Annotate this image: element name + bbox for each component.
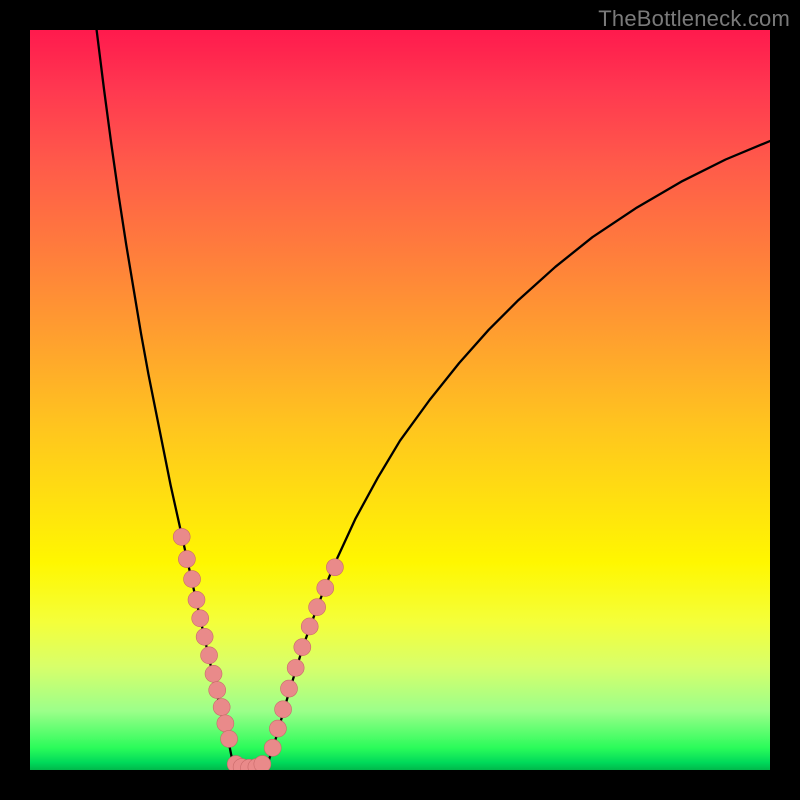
highlight-dot <box>269 720 286 737</box>
highlight-dot <box>184 571 201 588</box>
highlight-dot <box>301 618 318 635</box>
highlight-dot <box>275 701 292 718</box>
highlight-dot <box>294 639 311 656</box>
highlight-dot <box>209 682 226 699</box>
frame: TheBottleneck.com <box>0 0 800 800</box>
highlight-dot <box>196 628 213 645</box>
highlight-dot <box>309 599 326 616</box>
plot-area <box>30 30 770 770</box>
highlight-dots <box>173 528 343 770</box>
highlight-dot <box>188 591 205 608</box>
chart-svg <box>30 30 770 770</box>
bottleneck-curve <box>97 30 770 770</box>
highlight-dot <box>201 647 218 664</box>
highlight-dot <box>287 659 304 676</box>
highlight-dot <box>281 680 298 697</box>
highlight-dot <box>192 610 209 627</box>
highlight-dot <box>317 579 334 596</box>
highlight-dot <box>213 699 230 716</box>
highlight-dot <box>221 730 238 747</box>
watermark-text: TheBottleneck.com <box>598 6 790 32</box>
highlight-dot <box>217 715 234 732</box>
highlight-dot <box>254 756 271 770</box>
highlight-dot <box>173 528 190 545</box>
highlight-dot <box>264 739 281 756</box>
highlight-dot <box>326 559 343 576</box>
highlight-dot <box>178 551 195 568</box>
highlight-dot <box>205 665 222 682</box>
